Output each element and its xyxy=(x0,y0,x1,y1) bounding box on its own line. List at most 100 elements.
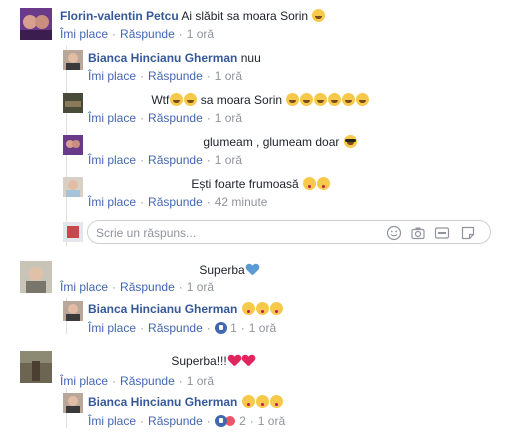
timestamp[interactable]: 1 oră xyxy=(187,27,214,41)
avatar[interactable] xyxy=(63,93,83,113)
comment-line: Bianca Hincianu Gherman nuu xyxy=(88,51,261,65)
like-link[interactable]: Îmi place xyxy=(88,414,136,428)
avatar[interactable] xyxy=(20,8,52,40)
reply-link[interactable]: Răspunde xyxy=(148,195,203,209)
comment-actions: Îmi place · Răspunde · 1 oră xyxy=(60,27,215,41)
avatar[interactable] xyxy=(63,177,83,197)
laughing-emoji-icon xyxy=(286,93,300,106)
kissing-heart-emoji-icon xyxy=(255,302,269,315)
avatar[interactable] xyxy=(20,351,52,383)
reply-link[interactable]: Răspunde xyxy=(120,374,175,388)
redacted-name xyxy=(88,178,188,191)
comment-actions: Îmi place · Răspunde · 1 oră xyxy=(88,153,243,167)
like-link[interactable]: Îmi place xyxy=(60,280,108,294)
reaction-count[interactable]: 2 xyxy=(239,414,246,428)
comment-text: Ești foarte frumoasă xyxy=(191,177,299,191)
comment-text: glumeam , glumeam doar xyxy=(203,135,340,149)
avatar[interactable] xyxy=(63,301,83,321)
laughing-emoji-icon xyxy=(314,93,328,106)
comment-text: Superba!!! xyxy=(171,354,227,368)
reply-link[interactable]: Răspunde xyxy=(148,414,203,428)
comment-text-continued: sa moara Sorin xyxy=(200,93,283,107)
like-link[interactable]: Îmi place xyxy=(88,321,136,335)
comment-actions: Îmi place · Răspunde · 2 · 1 oră xyxy=(88,414,286,428)
sticker-icon[interactable] xyxy=(460,225,476,241)
timestamp[interactable]: 1 oră xyxy=(215,111,242,125)
reply-link[interactable]: Răspunde xyxy=(148,69,203,83)
like-reaction-icon[interactable] xyxy=(214,322,227,334)
reply-link[interactable]: Răspunde xyxy=(148,111,203,125)
like-link[interactable]: Îmi place xyxy=(88,153,136,167)
like-link[interactable]: Îmi place xyxy=(60,374,108,388)
timestamp[interactable]: 1 oră xyxy=(187,374,214,388)
comment-text: Ai slăbit sa moara Sorin xyxy=(181,9,309,23)
reply-link[interactable]: Răspunde xyxy=(148,153,203,167)
laughing-emoji-icon xyxy=(356,93,370,106)
reply-box xyxy=(87,220,491,244)
reply-input[interactable] xyxy=(96,225,376,240)
avatar[interactable] xyxy=(63,393,83,413)
timestamp[interactable]: 1 oră xyxy=(249,321,276,335)
like-link[interactable]: Îmi place xyxy=(60,27,108,41)
comment-line: glumeam , glumeam doar xyxy=(88,135,357,149)
comment-actions: Îmi place · Răspunde · 1 oră xyxy=(60,374,215,388)
commenter-name[interactable]: Bianca Hincianu Gherman xyxy=(88,395,237,409)
redacted-name xyxy=(60,264,196,277)
comment-actions: Îmi place · Răspunde · 1 · 1 oră xyxy=(88,321,277,335)
kissing-heart-emoji-icon xyxy=(255,395,269,408)
kissing-heart-emoji-icon xyxy=(269,302,283,315)
commenter-name[interactable]: Bianca Hincianu Gherman xyxy=(88,302,237,316)
comment-line: Wtf sa moara Sorin xyxy=(88,93,370,107)
laughing-emoji-icon xyxy=(184,93,198,106)
redacted-name xyxy=(88,94,148,107)
blue-heart-icon xyxy=(246,264,259,276)
comment-actions: Îmi place · Răspunde · 1 oră xyxy=(88,69,243,83)
comment-line: Bianca Hincianu Gherman xyxy=(88,302,283,316)
commenter-name[interactable]: Florin-valentin Petcu xyxy=(60,9,179,23)
comment-actions: Îmi place · Răspunde · 42 minute xyxy=(88,195,268,209)
avatar[interactable] xyxy=(20,261,52,293)
gif-icon[interactable] xyxy=(434,225,450,241)
comment-line: Superba xyxy=(60,263,259,277)
reply-link[interactable]: Răspunde xyxy=(120,280,175,294)
kissing-emoji-icon xyxy=(317,177,331,190)
comment-line: Bianca Hincianu Gherman xyxy=(88,395,283,409)
comment-text: nuu xyxy=(240,51,261,65)
like-reaction-icon[interactable] xyxy=(214,415,227,427)
reaction-count[interactable]: 1 xyxy=(230,321,237,335)
laughing-emoji-icon xyxy=(300,93,314,106)
commenter-name[interactable]: Bianca Hincianu Gherman xyxy=(88,51,237,65)
redacted-name xyxy=(88,136,200,149)
timestamp[interactable]: 1 oră xyxy=(215,69,242,83)
reply-link[interactable]: Răspunde xyxy=(148,321,203,335)
avatar xyxy=(63,222,83,242)
kissing-emoji-icon xyxy=(241,302,255,315)
like-link[interactable]: Îmi place xyxy=(88,111,136,125)
redacted-name xyxy=(60,355,168,368)
sunglasses-emoji-icon xyxy=(343,135,357,148)
timestamp[interactable]: 1 oră xyxy=(215,153,242,167)
emoji-icon[interactable] xyxy=(386,225,402,241)
laughing-emoji-icon xyxy=(328,93,342,106)
kissing-heart-emoji-icon xyxy=(269,395,283,408)
red-heart-icon xyxy=(242,355,255,367)
camera-icon[interactable] xyxy=(410,225,426,241)
laughing-emoji-icon xyxy=(170,93,184,106)
timestamp[interactable]: 42 minute xyxy=(215,195,268,209)
comment-text: Superba xyxy=(199,263,245,277)
comment-actions: Îmi place · Răspunde · 1 oră xyxy=(60,280,215,294)
comment-actions: Îmi place · Răspunde · 1 oră xyxy=(88,111,243,125)
kissing-heart-emoji-icon xyxy=(241,395,255,408)
like-link[interactable]: Îmi place xyxy=(88,69,136,83)
avatar[interactable] xyxy=(63,135,83,155)
smirk-emoji-icon xyxy=(312,9,326,22)
red-heart-icon xyxy=(228,355,241,367)
timestamp[interactable]: 1 oră xyxy=(187,280,214,294)
comment-line: Florin-valentin Petcu Ai slăbit sa moara… xyxy=(60,9,326,23)
like-link[interactable]: Îmi place xyxy=(88,195,136,209)
laughing-emoji-icon xyxy=(342,93,356,106)
avatar[interactable] xyxy=(63,50,83,70)
kissing-emoji-icon xyxy=(303,177,317,190)
timestamp[interactable]: 1 oră xyxy=(258,414,285,428)
reply-link[interactable]: Răspunde xyxy=(120,27,175,41)
